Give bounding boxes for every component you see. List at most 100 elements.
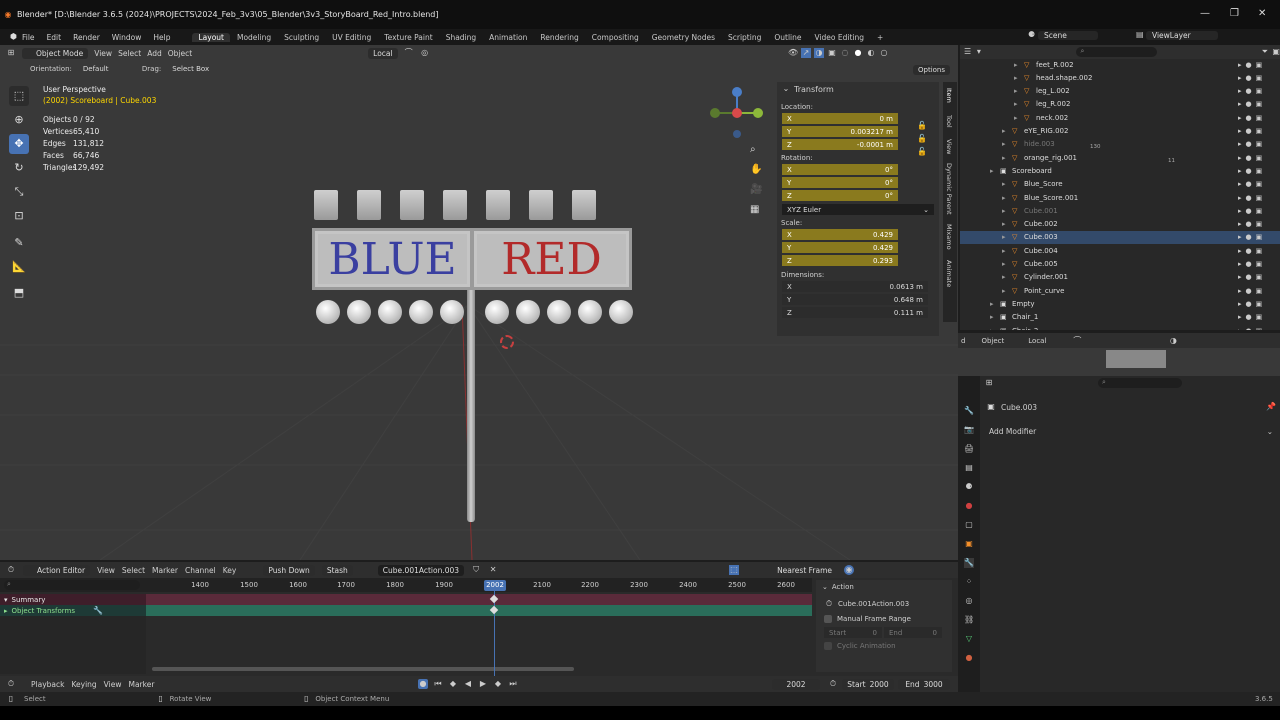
visibility-toggles-icon[interactable]: ▸●▣ [1238,300,1266,308]
drag-selector[interactable]: Select Box [167,64,214,74]
start-frame-field[interactable]: Start 2000 [842,678,894,690]
outliner-row[interactable]: ▸ ▽ Cube.003 ▸●▣ [960,230,1280,244]
viewport-menu-view[interactable]: View [94,49,112,58]
shading-render-icon[interactable]: ○ [879,48,889,58]
tab-video-editing[interactable]: Video Editing [809,33,871,42]
action-panel-title[interactable]: Action [832,583,854,591]
action-menu-select[interactable]: Select [122,566,145,575]
outliner-row[interactable]: ▸ ▣ Empty ▸●▣ [960,297,1280,310]
outliner-row[interactable]: ▸ ▽ Blue_Score ▸●▣ [960,178,1280,191]
keyframe-area[interactable] [146,594,812,676]
outliner-row[interactable]: ▸ ▽ Cube.001 ▸●▣ [960,204,1280,217]
menu-render[interactable]: Render [67,33,106,42]
cyclic-checkbox[interactable] [824,642,832,650]
timeline-menu-view[interactable]: View [104,680,122,689]
expand-arrow-icon[interactable]: ▸ [1002,154,1012,162]
tab-layout[interactable]: Layout [192,32,230,42]
view-layer-selector[interactable]: ViewLayer [1146,30,1218,40]
rotation-x-field[interactable]: X 0° [782,164,898,175]
mini-space-selector[interactable]: Local [1028,337,1046,345]
visibility-toggles-icon[interactable]: ▸●▣ [1238,74,1266,82]
add-workspace-icon[interactable]: + [871,33,889,42]
scale-z-field[interactable]: Z 0.293 [782,255,898,266]
render-props-icon[interactable]: 📷 [964,425,974,435]
viewport-menu-object[interactable]: Object [168,49,192,58]
mini-snap-icon[interactable]: ⌒ [1072,336,1082,346]
timeline-menu-marker[interactable]: Marker [128,680,154,689]
mode-selector[interactable]: Object Mode [22,47,89,59]
visibility-toggles-icon[interactable]: ▸●▣ [1238,100,1266,108]
visibility-toggles-icon[interactable]: ▸●▣ [1238,313,1266,321]
outliner-row[interactable]: ▸ ▽ leg_L.002 ▸●▣ [960,85,1280,98]
visibility-toggles-icon[interactable]: ▸●▣ [1238,167,1266,175]
add-modifier-button[interactable]: Add Modifier ⌄ [986,425,1276,437]
visibility-toggles-icon[interactable]: ▸●▣ [1238,61,1266,69]
collection-props-icon[interactable]: ▢ [964,520,974,530]
preview-range-icon[interactable]: ⏱ [828,679,838,689]
play-reverse-icon[interactable]: ◀ [463,679,473,689]
expand-arrow-icon[interactable]: ▸ [1002,127,1012,135]
expand-arrow-icon[interactable]: ▸ [990,300,1000,308]
tab-scripting[interactable]: Scripting [722,33,767,42]
rotate-tool-icon[interactable]: ↻ [9,158,29,178]
viewport-menu-add[interactable]: Add [147,49,162,58]
tab-uv-editing[interactable]: UV Editing [326,33,377,42]
xray-icon[interactable]: ▣ [827,48,837,58]
scale-tool-icon[interactable]: ⤡ [9,182,29,202]
sidebar-tab-mixamo[interactable]: Mixamo [945,224,953,250]
tab-rendering[interactable]: Rendering [534,33,584,42]
tab-sculpting[interactable]: Sculpting [278,33,325,42]
visibility-toggles-icon[interactable]: ▸●▣ [1238,287,1266,295]
push-down-button[interactable]: Push Down [263,564,315,576]
visibility-toggles-icon[interactable]: ▸●▣ [1238,327,1266,331]
rotation-z-field[interactable]: Z 0° [782,190,898,201]
view-layer-props-icon[interactable]: ▤ [964,463,974,473]
timeline-editor-icon[interactable]: ⏱ [6,679,16,689]
visibility-toggles-icon[interactable]: ▸●▣ [1238,140,1266,148]
gizmo-icon[interactable]: ↗ [801,48,811,58]
visibility-toggles-icon[interactable]: ▸●▣ [1238,194,1266,202]
scoreboard-object[interactable]: BLUE RED [310,186,635,526]
tab-modeling[interactable]: Modeling [231,33,277,42]
scene-selector[interactable]: Scene [1038,30,1098,40]
expand-arrow-icon[interactable]: ▸ [1014,87,1024,95]
camera-view-icon[interactable]: 🎥 [750,184,762,195]
snap-mode-selector[interactable]: Nearest Frame [772,565,837,576]
maximize-icon[interactable]: ❐ [1230,8,1239,19]
properties-editor-icon[interactable]: ⊞ [984,378,994,388]
transform-tool-icon[interactable]: ⊡ [9,206,29,226]
manual-range-checkbox[interactable] [824,615,832,623]
scale-y-field[interactable]: Y 0.429 [782,242,898,253]
outliner-row[interactable]: ▸ ▽ neck.002 ▸●▣ [960,111,1280,124]
expand-arrow-icon[interactable]: ▸ [1014,74,1024,82]
outliner-row[interactable]: ▸ ▽ Cube.005 ▸●▣ [960,258,1280,271]
3d-cursor[interactable] [500,335,514,349]
outliner-row[interactable]: ▸ ▽ Cube.002 ▸●▣ [960,218,1280,231]
object-props-icon[interactable]: ▣ [964,539,974,549]
visibility-toggles-icon[interactable]: ▸●▣ [1238,260,1266,268]
outliner-row[interactable]: ▸ ▽ feet_R.002 ▸●▣ [960,58,1280,71]
shading-wire-icon[interactable]: ◌ [840,48,850,58]
dimension-y-field[interactable]: Y 0.648 m [782,294,928,305]
tab-shading[interactable]: Shading [440,33,482,42]
outliner-row[interactable]: ▸ ▽ Point_curve ▸●▣ [960,284,1280,297]
transform-title[interactable]: Transform [794,85,834,94]
material-props-icon[interactable]: ● [964,653,974,663]
editor-type-icon[interactable]: ⊞ [6,48,16,58]
outliner-row[interactable]: ▸ ▣ Scoreboard ▸●▣ [960,164,1280,177]
visibility-toggles-icon[interactable]: ▸●▣ [1238,87,1266,95]
expand-arrow-icon[interactable]: ▸ [1002,287,1012,295]
outliner-row[interactable]: ▸ ▣ Chair_1 ▸●▣ [960,311,1280,324]
outliner-row[interactable]: ▸ ▽ Blue_Score.001 ▸●▣ [960,191,1280,204]
timeline-menu-playback[interactable]: Playback [31,680,64,689]
scale-x-field[interactable]: X 0.429 [782,229,898,240]
channel-wrench-icon[interactable]: 🔧 [93,606,103,616]
outliner-search-input[interactable]: ⌕ [1076,47,1158,57]
pan-hand-icon[interactable]: ✋ [750,164,762,175]
unlink-action-icon[interactable]: ✕ [488,565,498,575]
sidebar-tab-item[interactable]: Item [945,88,953,103]
timeline-menu-keying[interactable]: Keying [71,680,96,689]
menu-edit[interactable]: Edit [41,33,68,42]
channel-search-input[interactable]: ⌕ [4,580,140,590]
sidebar-tab-dynamic-parent[interactable]: Dynamic Parent [945,163,953,215]
